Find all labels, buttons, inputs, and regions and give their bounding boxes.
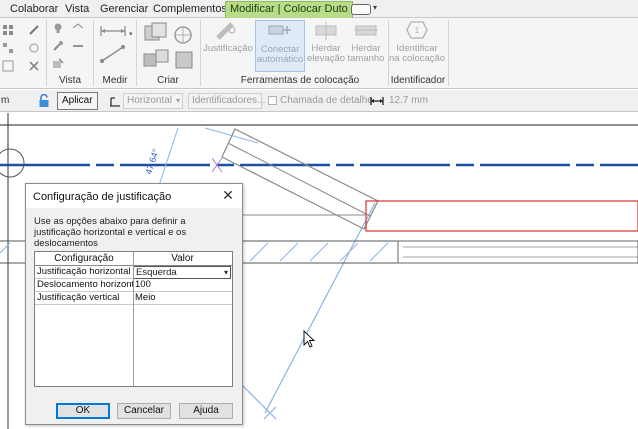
chevron-down-icon[interactable]: ▾ bbox=[373, 3, 377, 12]
scale-tool-icon[interactable] bbox=[2, 60, 14, 72]
panel-separator bbox=[93, 20, 94, 86]
tag-icon: 1 bbox=[406, 21, 428, 39]
help-button[interactable]: Ajuda bbox=[179, 403, 233, 419]
panel-label-medir: Medir bbox=[102, 75, 128, 86]
similar-element-icon[interactable] bbox=[174, 50, 194, 70]
dialog-description: Use as opções abaixo para definir a just… bbox=[34, 216, 187, 249]
view-toggle-icon[interactable] bbox=[351, 4, 371, 15]
panel-separator bbox=[46, 20, 47, 86]
inherit-size-icon bbox=[354, 25, 378, 36]
vertical-justification-value[interactable]: Meio bbox=[133, 292, 232, 305]
panel-separator bbox=[200, 20, 201, 86]
snap-marker bbox=[263, 406, 277, 420]
cancel-button[interactable]: Cancelar bbox=[117, 403, 171, 419]
panel-label-ferramentas: Ferramentas de colocação bbox=[240, 75, 360, 86]
delete-tool-icon[interactable] bbox=[28, 60, 40, 72]
options-bar: m Aplicar Horizontal ▾ Identificadores...… bbox=[0, 90, 638, 112]
panel-separator bbox=[448, 20, 449, 86]
justification-icon bbox=[216, 22, 236, 40]
level-icon bbox=[110, 97, 120, 107]
ribbon-tab-bar: Colaborar Vista Gerenciar Complementos M… bbox=[0, 0, 638, 18]
grid-column-divider bbox=[133, 252, 134, 386]
ok-button[interactable]: OK bbox=[56, 403, 110, 419]
horizontal-offset-value[interactable]: 100 bbox=[133, 279, 232, 292]
length-dimension-icon bbox=[370, 97, 384, 105]
inherit-size-label-line2: tamanho bbox=[347, 53, 385, 64]
measure-distance-icon[interactable] bbox=[99, 44, 127, 64]
dialog-title: Configuração de justificação bbox=[33, 191, 172, 203]
identifiers-button[interactable]: Identificadores... bbox=[188, 93, 265, 109]
tag-on-placement-button[interactable]: 1 Identificar na colocação bbox=[389, 20, 445, 72]
panel-label-criar: Criar bbox=[157, 75, 179, 86]
close-icon[interactable]: ✕ bbox=[220, 187, 236, 203]
mouse-cursor-icon bbox=[303, 329, 316, 348]
auto-connect-icon bbox=[268, 25, 291, 35]
pin-tool-icon[interactable] bbox=[28, 24, 40, 36]
settings-grid: Configuração Valor Justificação horizont… bbox=[34, 251, 233, 387]
detail-callout-label: Chamada de detalhe bbox=[280, 95, 373, 106]
inherit-elevation-icon bbox=[315, 22, 337, 40]
grid-row-vertical-justification-label: Justificação vertical bbox=[35, 292, 133, 305]
angled-duct bbox=[221, 128, 379, 230]
angled-duct-inner bbox=[227, 142, 371, 217]
orientation-select-value: Horizontal bbox=[127, 95, 173, 106]
create-parts-icon[interactable] bbox=[172, 24, 194, 46]
justification-dialog: Configuração de justificação ✕ Use as op… bbox=[25, 183, 243, 425]
chevron-down-icon: ▾ bbox=[175, 96, 180, 105]
auto-connect-label-line2: automático bbox=[256, 54, 304, 65]
grid-header-value: Valor bbox=[133, 252, 232, 266]
unpin-tool-icon[interactable] bbox=[28, 42, 40, 54]
orientation-select[interactable]: Horizontal ▾ bbox=[123, 93, 183, 109]
inherit-size-button[interactable]: Herdar tamanho bbox=[346, 20, 386, 72]
tab-modificar-colocar-duto[interactable]: Modificar | Colocar Duto bbox=[225, 1, 353, 18]
grid-bubble bbox=[0, 148, 25, 178]
detail-callout-checkbox[interactable] bbox=[268, 96, 277, 105]
opening-frame bbox=[397, 240, 638, 264]
override-graphics-icon[interactable] bbox=[52, 58, 64, 70]
panel-label-vista: Vista bbox=[58, 75, 82, 86]
options-bar-left-fragment: m bbox=[1, 95, 10, 106]
tab-vista[interactable]: Vista bbox=[65, 2, 89, 18]
linework-icon[interactable] bbox=[72, 40, 84, 52]
create-assembly-icon[interactable] bbox=[142, 22, 170, 44]
horizontal-justification-dropdown[interactable]: Esquerda ▾ bbox=[133, 266, 231, 279]
inherit-elevation-button[interactable]: Herdar elevação bbox=[306, 20, 346, 72]
grid-header-config: Configuração bbox=[35, 252, 133, 266]
ribbon-panel-area: Vista ▾ Medir Criar Justificação Conecta… bbox=[0, 18, 638, 89]
aligned-dimension-icon[interactable] bbox=[99, 24, 127, 38]
apply-button[interactable]: Aplicar bbox=[57, 92, 98, 110]
grid-row-horizontal-justification-label: Justificação horizontal bbox=[35, 266, 133, 279]
auto-connect-button[interactable]: Conectar automático bbox=[255, 20, 305, 72]
grid-row-horizontal-offset-label: Deslocamento horizont bbox=[35, 279, 133, 292]
tag-on-placement-label-line2: na colocação bbox=[389, 53, 445, 64]
brush-icon[interactable] bbox=[52, 40, 64, 52]
duct-path-line bbox=[264, 202, 376, 414]
length-value[interactable]: 12.7 mm bbox=[389, 95, 428, 106]
horizontal-justification-value: Esquerda bbox=[136, 267, 177, 278]
panel-separator bbox=[136, 20, 137, 86]
tab-colaborar[interactable]: Colaborar bbox=[10, 2, 58, 18]
chevron-down-icon[interactable]: ▾ bbox=[224, 267, 228, 278]
chevron-down-icon[interactable]: ▾ bbox=[129, 30, 133, 38]
create-group-icon[interactable] bbox=[142, 48, 170, 70]
panel-label-identificador: Identificador bbox=[390, 75, 446, 86]
horizontal-duct[interactable] bbox=[365, 200, 638, 232]
dialog-body: Use as opções abaixo para definir a just… bbox=[26, 208, 242, 424]
hide-element-icon[interactable] bbox=[72, 22, 84, 34]
grid-tool-icon[interactable] bbox=[2, 24, 14, 36]
lock-icon[interactable] bbox=[38, 94, 50, 108]
tab-complementos[interactable]: Complementos bbox=[153, 2, 227, 18]
lightbulb-icon[interactable] bbox=[52, 22, 64, 34]
tab-gerenciar[interactable]: Gerenciar bbox=[100, 2, 148, 18]
array-tool-icon[interactable] bbox=[2, 42, 14, 54]
svg-text:1: 1 bbox=[415, 26, 420, 35]
angle-annotation: 47.64° bbox=[143, 147, 161, 175]
justification-button[interactable]: Justificação bbox=[203, 20, 253, 72]
justification-label: Justificação bbox=[203, 43, 253, 54]
inherit-elevation-label-line2: elevação bbox=[306, 53, 346, 64]
